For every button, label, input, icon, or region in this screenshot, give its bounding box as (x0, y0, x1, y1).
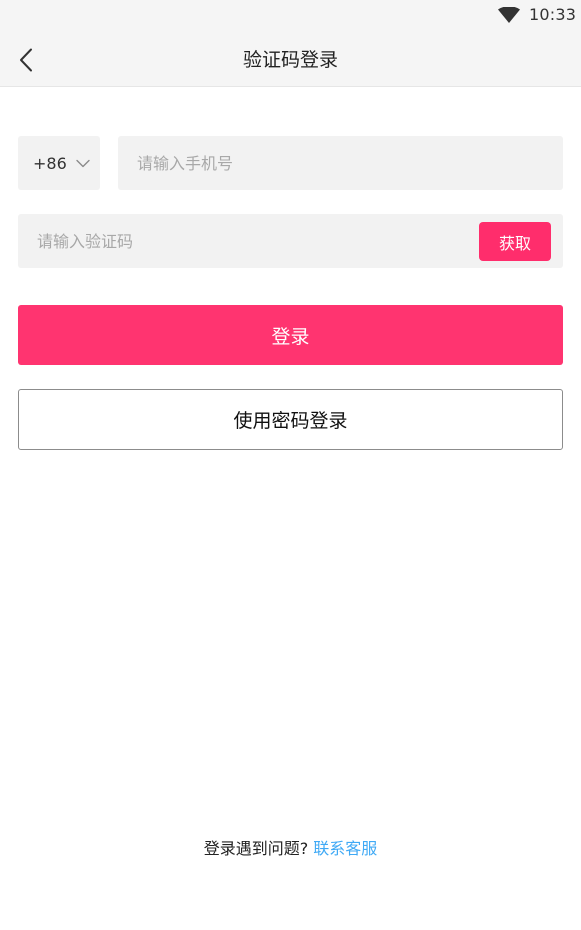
login-button[interactable]: 登录 (18, 305, 563, 365)
status-bar: 10:33 (0, 0, 581, 34)
country-code-value: +86 (33, 153, 67, 173)
verification-code-field: 获取 (18, 214, 563, 268)
country-code-select[interactable]: +86 (18, 136, 100, 190)
app-bar: 验证码登录 (0, 34, 581, 87)
contact-support-link[interactable]: 联系客服 (313, 839, 377, 858)
password-login-button[interactable]: 使用密码登录 (18, 389, 563, 450)
page-title: 验证码登录 (242, 49, 338, 71)
status-time: 10:33 (529, 5, 577, 24)
help-row: 登录遇到问题? 联系客服 (0, 835, 581, 859)
phone-input[interactable] (118, 136, 563, 190)
get-code-button[interactable]: 获取 (479, 222, 551, 261)
wifi-icon (498, 7, 520, 23)
login-screen: 10:33 验证码登录 +86 获取 登录 使用密码登录 登录遇到问题? 联系客… (0, 0, 581, 930)
chevron-down-icon (76, 159, 90, 167)
help-text: 登录遇到问题? (203, 839, 309, 858)
verification-code-input[interactable] (18, 214, 458, 268)
